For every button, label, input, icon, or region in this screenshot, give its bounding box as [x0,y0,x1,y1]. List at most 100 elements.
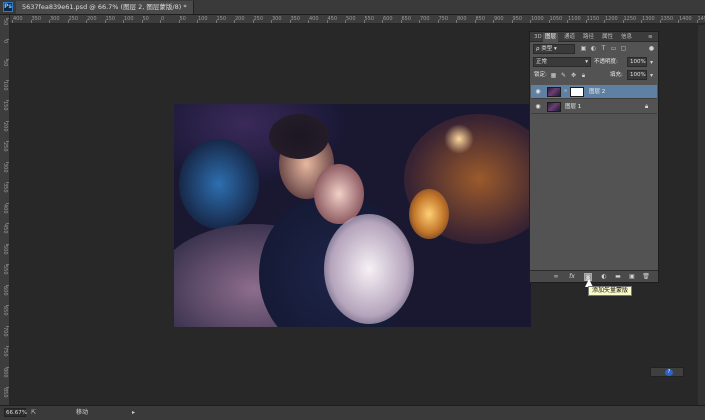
ruler-tick [6,243,9,245]
opacity-label: 不透明度: [594,59,618,65]
zoom-input[interactable]: 66.67% [4,408,27,417]
ruler-label: 1300 [642,16,655,22]
ruler-tick [123,20,124,23]
photoshop-logo-icon: Ps [3,2,13,12]
ruler-label: 250 [2,142,8,152]
ruler-tick [419,20,420,23]
ruler-label: 800 [457,16,467,22]
new-layer-icon[interactable]: ▣ [628,273,636,281]
filter-toggle-icon[interactable]: ● [648,45,655,52]
tab-3d[interactable]: 3D [532,33,544,42]
fx-icon[interactable]: fx [568,273,576,281]
status-menu-arrow-icon[interactable]: ▸ [130,409,137,416]
ruler-tick [474,20,476,23]
visibility-eye-icon[interactable]: ◉ [534,88,542,96]
tab-info[interactable]: 信息 [619,33,634,42]
layer-thumbnail[interactable] [547,87,561,97]
visibility-eye-icon[interactable]: ◉ [534,103,542,111]
tab-channels[interactable]: 通道 [562,33,577,42]
mini-widget[interactable]: ? [650,367,684,377]
fill-input[interactable]: 100% [627,70,647,80]
ruler-label: 750 [438,16,449,22]
ruler-label: 300 [272,16,282,22]
layer-mask-thumbnail[interactable] [570,87,584,97]
ruler-label: 1050 [549,16,563,22]
ruler-tick [548,20,550,23]
ruler-label: 0 [161,16,165,22]
ruler-tick [252,20,254,23]
ruler-tick [622,20,624,23]
layer-name[interactable]: 图层 1 [565,102,581,112]
chain-link-icon[interactable]: ∞ [562,88,569,95]
ruler-label: 850 [2,388,8,398]
adjustment-icon[interactable]: ◐ [600,273,608,281]
layer-row[interactable]: ◉ ∞ 图层 2 [531,85,657,99]
layer-filter-select[interactable]: ρ 类型 ▾ [533,44,575,54]
help-icon[interactable]: ? [665,369,673,376]
opacity-input[interactable]: 100% [627,57,647,67]
type-filter-icon[interactable]: T [600,45,607,52]
ruler-label: 200 [2,121,8,132]
tab-layers[interactable]: 图层 [543,33,559,42]
export-icon[interactable]: ⇱ [30,409,37,416]
ruler-label: 250 [68,16,79,22]
ruler-tick [160,20,161,23]
link-icon[interactable]: ∞ [552,273,560,281]
shape-filter-icon[interactable]: ▭ [610,45,617,52]
adjustment-filter-icon[interactable]: ◐ [590,45,597,52]
ruler-tick [345,20,346,23]
ruler-label: 100 [124,16,134,22]
ruler-tick [30,20,32,23]
layer-row[interactable]: ◉ 图层 1 🔒︎ [531,100,657,114]
lock-image-icon[interactable]: ✎ [560,72,567,79]
ruler-tick [86,20,87,23]
ruler-label: 550 [2,265,8,275]
lock-transparent-icon[interactable]: ▦ [550,72,557,79]
panel-bottom-toolbar: ∞ fx ◙ ◐ ▬ ▣ 🗑︎ [530,270,658,282]
ruler-tick [6,120,9,122]
lock-all-icon[interactable]: 🔒︎ [580,72,587,79]
ruler-tick [271,20,272,23]
trash-icon[interactable]: 🗑︎ [642,273,650,281]
fill-dropdown-icon[interactable]: ▾ [648,72,655,79]
ruler-tick [6,264,9,265]
folder-icon[interactable]: ▬ [614,273,622,281]
ruler-label: 1100 [568,16,581,22]
ruler-tick [215,20,217,23]
ruler-tick [49,20,50,23]
blend-mode-select[interactable]: 正常 ▾ [533,57,591,67]
smart-object-filter-icon[interactable]: ▢ [620,45,627,52]
ruler-label: 1200 [605,16,618,22]
ruler-label: 1250 [623,16,637,22]
ruler-tick [6,38,9,40]
ruler-tick [678,20,679,23]
tab-paths[interactable]: 路径 [581,33,596,42]
tooltip: 添加矢量蒙版 [588,286,633,296]
layer-thumbnail[interactable] [547,102,561,112]
ruler-tick [659,20,661,23]
vertical-ruler[interactable]: 50 0 50 100 150 200 250 300 350 400 450 500 550 600 65… [0,15,10,405]
tab-properties[interactable]: 属性 [600,33,615,42]
document-tab-bar: Ps 5637fea839e61.psd @ 66.7% (图层 2, 图层蒙版… [0,0,705,15]
ruler-label: 200 [235,16,245,22]
document-tab[interactable]: 5637fea839e61.psd @ 66.7% (图层 2, 图层蒙版/8)… [16,1,194,14]
fill-label: 填充: [610,72,623,78]
status-tool-name: 移动 [76,409,89,416]
lock-position-icon[interactable]: ✥ [570,72,577,79]
pixel-filter-icon[interactable]: ▣ [580,45,587,52]
layer-name[interactable]: 图层 2 [589,87,605,97]
ruler-label: 800 [2,367,8,378]
vertical-scrollbar[interactable] [698,25,705,405]
ruler-label: 600 [383,16,393,22]
ruler-label: 100 [198,16,208,22]
opacity-dropdown-icon[interactable]: ▾ [648,59,655,66]
panel-menu-icon[interactable]: ≡ [646,33,655,42]
horizontal-ruler[interactable]: 400 350 300 250 200 150 100 50 0 50 100 150 200 250 30… [10,15,705,24]
ruler-tick [6,284,9,286]
ruler-label: 500 [346,16,356,22]
ruler-tick [6,182,9,183]
layers-panel: 3D 图层 通道 路径 属性 信息 ≡ ρ 类型 ▾ ▣ ◐ T ▭ ▢ ● 正… [529,31,659,283]
ruler-label: 1400 [679,16,692,22]
document-image[interactable] [174,104,531,327]
ruler-tick [382,20,383,23]
